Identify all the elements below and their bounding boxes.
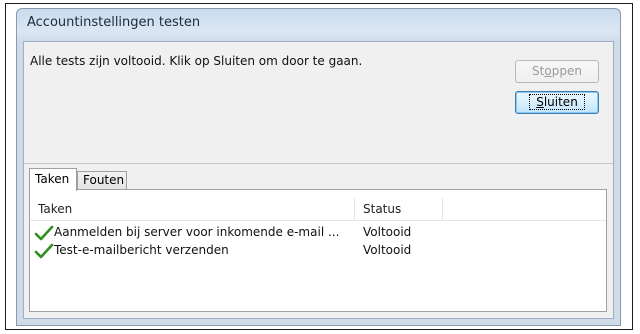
- stop-button[interactable]: Stoppen: [515, 60, 599, 83]
- task-name: Aanmelden bij server voor inkomende e-ma…: [54, 225, 340, 239]
- task-status: Voltooid: [363, 225, 412, 239]
- table-row[interactable]: Aanmelden bij server voor inkomende e-ma…: [30, 224, 606, 242]
- task-status: Voltooid: [363, 243, 412, 257]
- tab-taken[interactable]: Taken: [29, 168, 77, 191]
- tab-fouten[interactable]: Fouten: [77, 171, 127, 190]
- checkmark-icon: [34, 243, 54, 259]
- dialog-client-area: Alle tests zijn voltooid. Klik op Sluite…: [23, 41, 614, 319]
- close-label-post: luiten: [543, 95, 578, 109]
- column-header-taken[interactable]: Taken: [30, 198, 355, 220]
- task-list-panel: Taken Status Aanmelden bij server voor i…: [29, 189, 607, 312]
- stop-label-accel: o: [544, 64, 552, 78]
- checkmark-icon: [34, 225, 54, 241]
- status-message: Alle tests zijn voltooid. Klik op Sluite…: [30, 54, 363, 68]
- task-name: Test-e-mailbericht verzenden: [54, 243, 229, 257]
- window-title: Accountinstellingen testen: [27, 15, 201, 30]
- list-header: Taken Status: [30, 198, 606, 221]
- close-button[interactable]: Sluiten: [515, 91, 599, 114]
- stop-label-pre: St: [532, 64, 545, 78]
- close-focus-rect: Sluiten: [529, 94, 585, 110]
- tabs-area: Taken Fouten Taken Status Aanmelden bij …: [24, 163, 613, 318]
- table-row[interactable]: Test-e-mailbericht verzenden Voltooid: [30, 242, 606, 260]
- close-label-accel: S: [536, 95, 544, 109]
- stop-label-post: ppen: [551, 64, 582, 78]
- title-bar[interactable]: Accountinstellingen testen: [17, 9, 620, 39]
- column-header-status[interactable]: Status: [355, 198, 443, 220]
- dialog-window: Accountinstellingen testen Alle tests zi…: [16, 8, 621, 326]
